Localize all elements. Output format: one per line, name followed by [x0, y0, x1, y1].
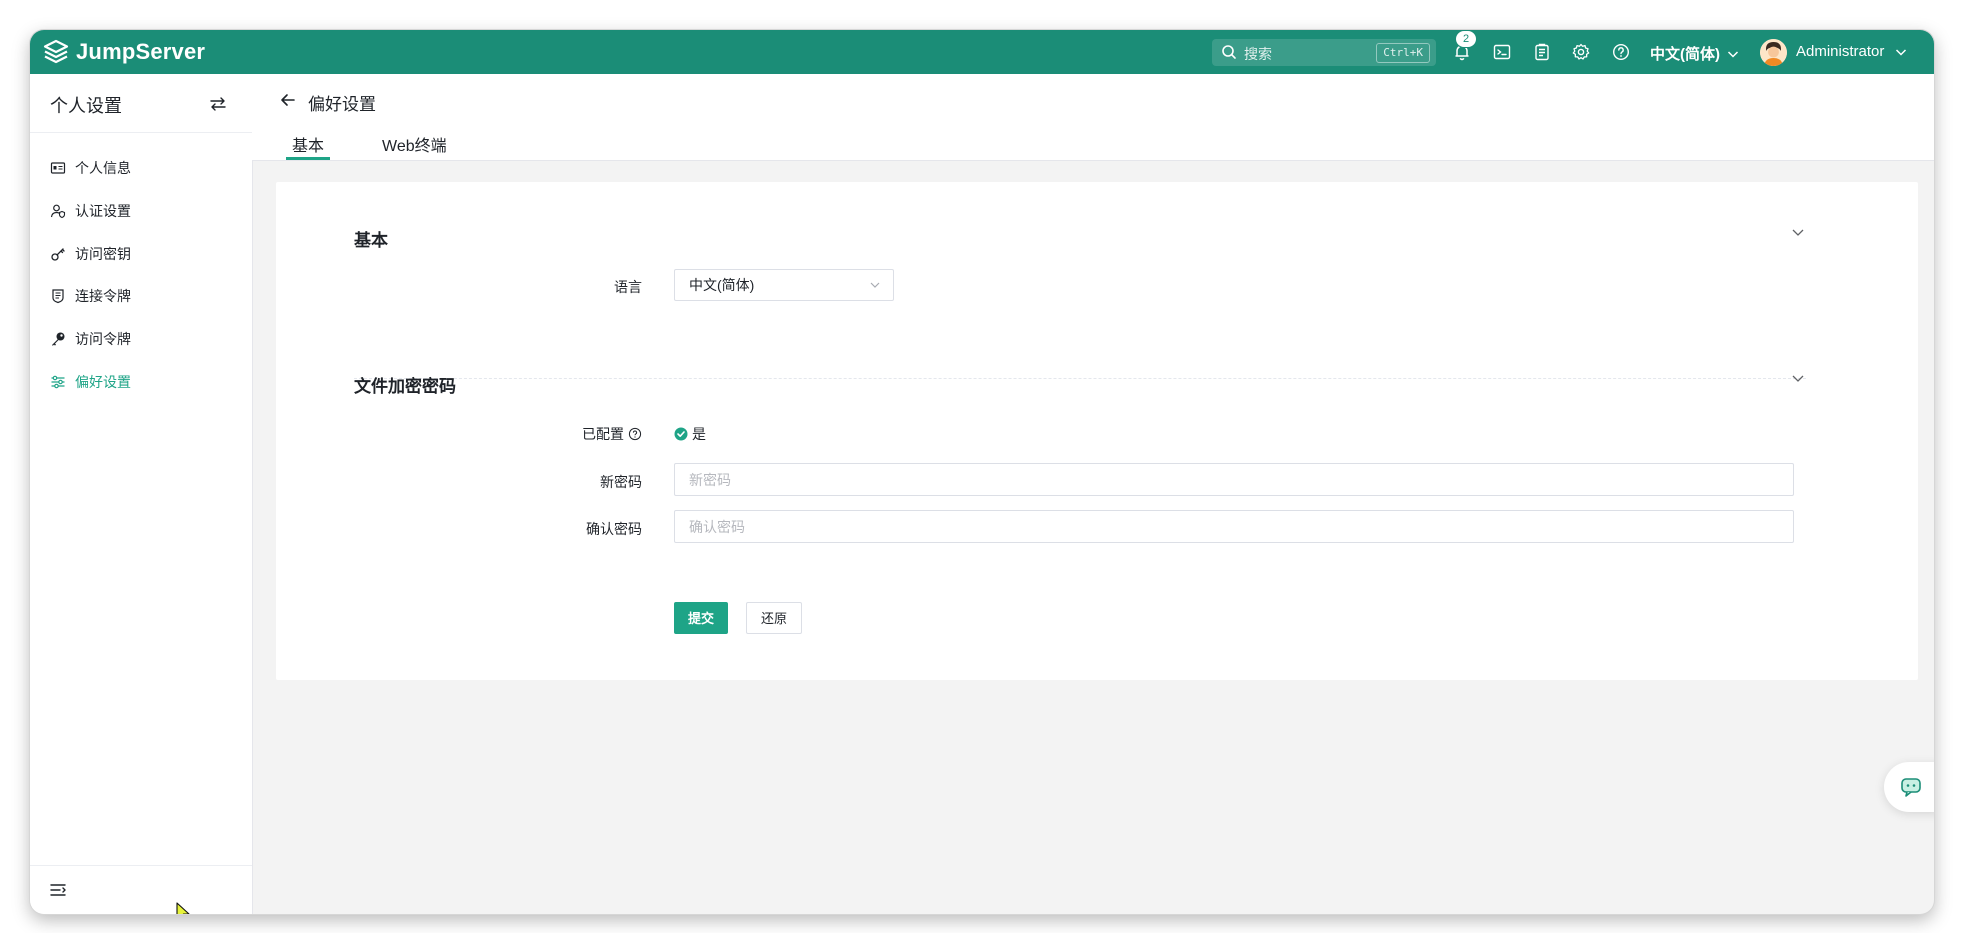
app-window: JumpServer 搜索 Ctrl+K 2 中文(简体) Administra… — [30, 30, 1934, 914]
brand-name: JumpServer — [76, 39, 206, 64]
help-circle-icon[interactable] — [628, 427, 642, 441]
tab-web-terminal[interactable]: Web终端 — [382, 132, 447, 156]
confirm-password-field[interactable] — [674, 510, 1794, 543]
terminal-icon — [1493, 44, 1511, 60]
sidebar-item-preferences[interactable]: 偏好设置 — [50, 370, 131, 394]
configured-field-label: 已配置 — [582, 424, 642, 444]
notification-count-badge: 2 — [1456, 31, 1476, 47]
sidebar-item-label: 个人信息 — [75, 160, 131, 176]
sidebar-item-profile[interactable]: 个人信息 — [50, 156, 131, 180]
clipboard-icon — [1535, 43, 1549, 61]
chat-bot-icon — [1901, 778, 1921, 797]
language-switcher[interactable]: 中文(简体) — [1650, 43, 1740, 64]
reset-button[interactable]: 还原 — [746, 602, 802, 634]
submit-button[interactable]: 提交 — [674, 602, 728, 634]
token-badge-icon — [52, 289, 64, 304]
help-icon — [1612, 43, 1630, 61]
avatar[interactable] — [1760, 39, 1787, 66]
sidebar-item-label: 访问密钥 — [75, 246, 131, 262]
collapse-sidebar-icon[interactable] — [48, 880, 68, 900]
sidebar-item-label: 连接令牌 — [75, 288, 131, 304]
user-menu[interactable]: Administrator — [1796, 43, 1908, 60]
settings-button[interactable] — [1571, 42, 1591, 62]
search-placeholder: 搜索 — [1244, 46, 1272, 62]
help-button[interactable] — [1611, 42, 1631, 62]
section-title-file-encryption: 文件加密密码 — [354, 377, 456, 396]
confirm-password-label: 确认密码 — [586, 521, 642, 537]
chevron-down-icon — [1896, 48, 1907, 56]
page-title: 偏好设置 — [308, 95, 376, 114]
sidebar-item-auth[interactable]: 认证设置 — [50, 199, 131, 223]
sidebar: 个人设置 个人信息 认证设置 访问密钥 连接令牌 访问令牌 偏好设置 — [30, 74, 253, 914]
language-field-label: 语言 — [614, 279, 642, 295]
tickets-button[interactable] — [1532, 42, 1552, 62]
language-select-value: 中文(简体) — [689, 277, 755, 293]
sidebar-item-label: 认证设置 — [75, 203, 131, 219]
sliders-icon — [51, 375, 65, 389]
brand-logo[interactable]: JumpServer — [42, 36, 205, 68]
mouse-cursor-icon — [176, 902, 190, 914]
sidebar-divider — [30, 132, 252, 133]
search-shortcut-hint: Ctrl+K — [1376, 43, 1430, 63]
sidebar-item-access-token[interactable]: 访问令牌 — [50, 327, 131, 351]
chat-assistant-button[interactable] — [1884, 762, 1934, 812]
web-terminal-button[interactable] — [1492, 42, 1512, 62]
top-navbar: JumpServer 搜索 Ctrl+K 2 中文(简体) Administra… — [30, 30, 1934, 74]
chevron-down-icon[interactable] — [1790, 224, 1806, 240]
key-solid-icon — [52, 332, 65, 346]
chevron-down-icon — [870, 282, 880, 288]
active-tab-indicator — [286, 157, 330, 160]
back-arrow-icon[interactable] — [278, 90, 298, 110]
sidebar-footer — [30, 865, 252, 914]
new-password-field[interactable] — [674, 463, 1794, 496]
configured-label-text: 已配置 — [582, 426, 624, 442]
jumpserver-logo-icon — [43, 39, 69, 64]
preferences-form-card: 基本 语言 中文(简体) 文件加密密码 已配置 是 新密码 确认密码 提交 还原 — [276, 182, 1918, 680]
configured-status: 是 — [674, 424, 706, 444]
tab-basic[interactable]: 基本 — [292, 132, 324, 156]
language-label: 中文(简体) — [1650, 46, 1720, 63]
check-circle-icon — [674, 427, 688, 441]
search-icon — [1222, 45, 1236, 59]
page-header: 偏好设置 基本 Web终端 — [252, 74, 1934, 161]
sidebar-item-label: 偏好设置 — [75, 374, 131, 390]
user-shield-icon — [50, 204, 66, 219]
key-outline-icon — [51, 248, 65, 261]
section-title-basic: 基本 — [354, 231, 388, 250]
sidebar-title: 个人设置 — [50, 96, 122, 116]
new-password-label: 新密码 — [600, 474, 642, 490]
username-label: Administrator — [1796, 43, 1885, 60]
global-search[interactable]: 搜索 Ctrl+K — [1212, 39, 1436, 66]
sidebar-item-access-key[interactable]: 访问密钥 — [50, 242, 131, 266]
sidebar-item-connection-token[interactable]: 连接令牌 — [50, 284, 131, 308]
chevron-down-icon[interactable] — [1790, 370, 1806, 386]
section-divider — [354, 378, 1806, 379]
switch-view-icon[interactable] — [208, 94, 228, 114]
configured-value: 是 — [692, 426, 706, 442]
id-card-icon — [50, 162, 66, 174]
user-avatar-icon — [1760, 39, 1787, 66]
chevron-down-icon — [1727, 50, 1739, 58]
language-select[interactable]: 中文(简体) — [674, 269, 894, 301]
sidebar-item-label: 访问令牌 — [75, 331, 131, 347]
gear-icon — [1572, 43, 1590, 60]
